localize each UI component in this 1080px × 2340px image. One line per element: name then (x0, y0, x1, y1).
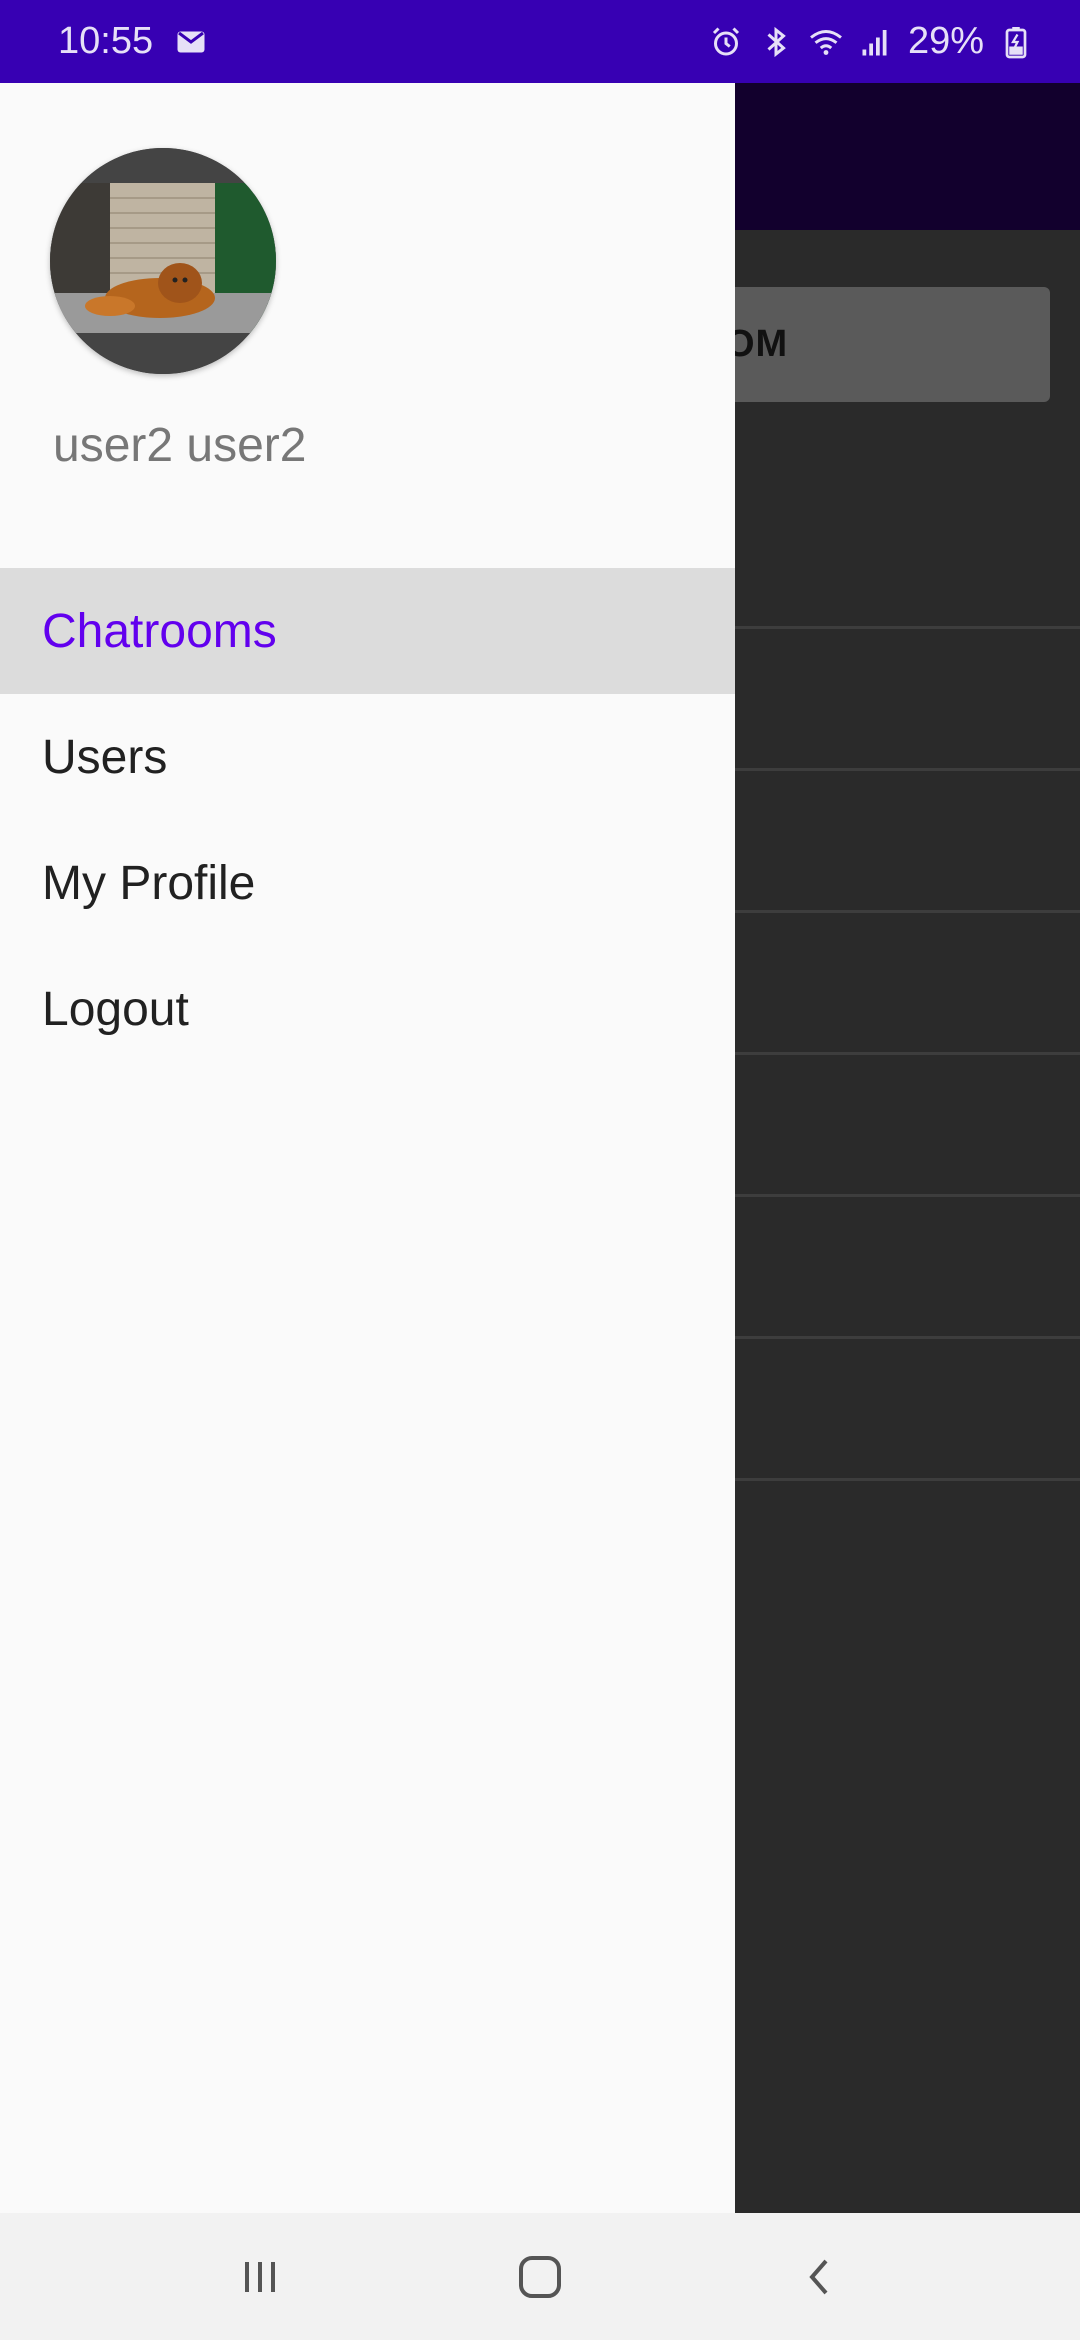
avatar[interactable] (50, 148, 276, 374)
gmail-icon (177, 31, 205, 52)
menu-item-logout[interactable]: Logout (0, 946, 735, 1072)
alarm-icon (712, 26, 739, 55)
back-button[interactable] (780, 2237, 860, 2317)
bluetooth-icon (767, 26, 786, 57)
home-button[interactable] (500, 2237, 580, 2317)
status-time: 10:55 (58, 20, 154, 62)
battery-percent: 29% (907, 20, 984, 62)
back-icon (809, 2259, 828, 2294)
avatar-dog-photo (50, 148, 276, 374)
menu-item-my-profile[interactable]: My Profile (0, 820, 735, 946)
menu-item-label: Logout (42, 982, 189, 1036)
drawer-header: user2 user2 (0, 83, 735, 568)
drawer-username: user2 user2 (53, 419, 307, 472)
system-nav-bar (0, 2213, 1080, 2340)
menu-item-label: Chatrooms (42, 604, 277, 658)
status-bar: 10:55 29% (0, 0, 1080, 83)
menu-item-label: My Profile (42, 856, 256, 910)
recents-button[interactable] (220, 2237, 300, 2317)
signal-icon (862, 29, 887, 55)
menu-item-label: Users (42, 730, 168, 784)
home-icon (519, 2255, 561, 2298)
menu-item-chatrooms[interactable]: Chatrooms (0, 568, 735, 694)
navigation-drawer: user2 user2 Chatrooms Users My Profile L… (0, 83, 735, 2213)
battery-charging-icon (1005, 26, 1027, 58)
wifi-icon (810, 29, 842, 55)
menu-item-users[interactable]: Users (0, 694, 735, 820)
recents-icon (245, 2261, 275, 2292)
drawer-menu: Chatrooms Users My Profile Logout (0, 568, 735, 1072)
